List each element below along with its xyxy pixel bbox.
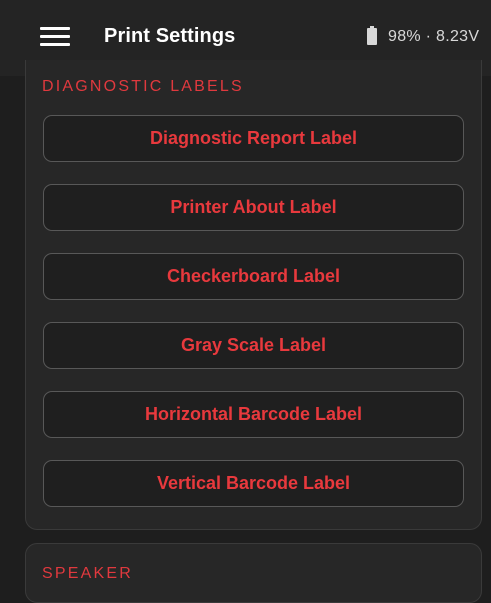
battery-status: 98% · 8.23V: [388, 28, 480, 45]
gray-scale-label-button[interactable]: Gray Scale Label: [43, 322, 464, 369]
diagnostic-report-label-button[interactable]: Diagnostic Report Label: [43, 115, 464, 162]
vertical-barcode-label-button[interactable]: Vertical Barcode Label: [43, 460, 464, 507]
hamburger-menu-icon[interactable]: [40, 27, 70, 47]
printer-about-label-button[interactable]: Printer About Label: [43, 184, 464, 231]
horizontal-barcode-label-button[interactable]: Horizontal Barcode Label: [43, 391, 464, 438]
battery-icon: [367, 26, 377, 45]
section-title-diagnostic-labels: DIAGNOSTIC LABELS: [42, 78, 244, 95]
section-title-speaker: SPEAKER: [42, 565, 133, 582]
page-title: Print Settings: [104, 25, 236, 47]
checkerboard-label-button[interactable]: Checkerboard Label: [43, 253, 464, 300]
